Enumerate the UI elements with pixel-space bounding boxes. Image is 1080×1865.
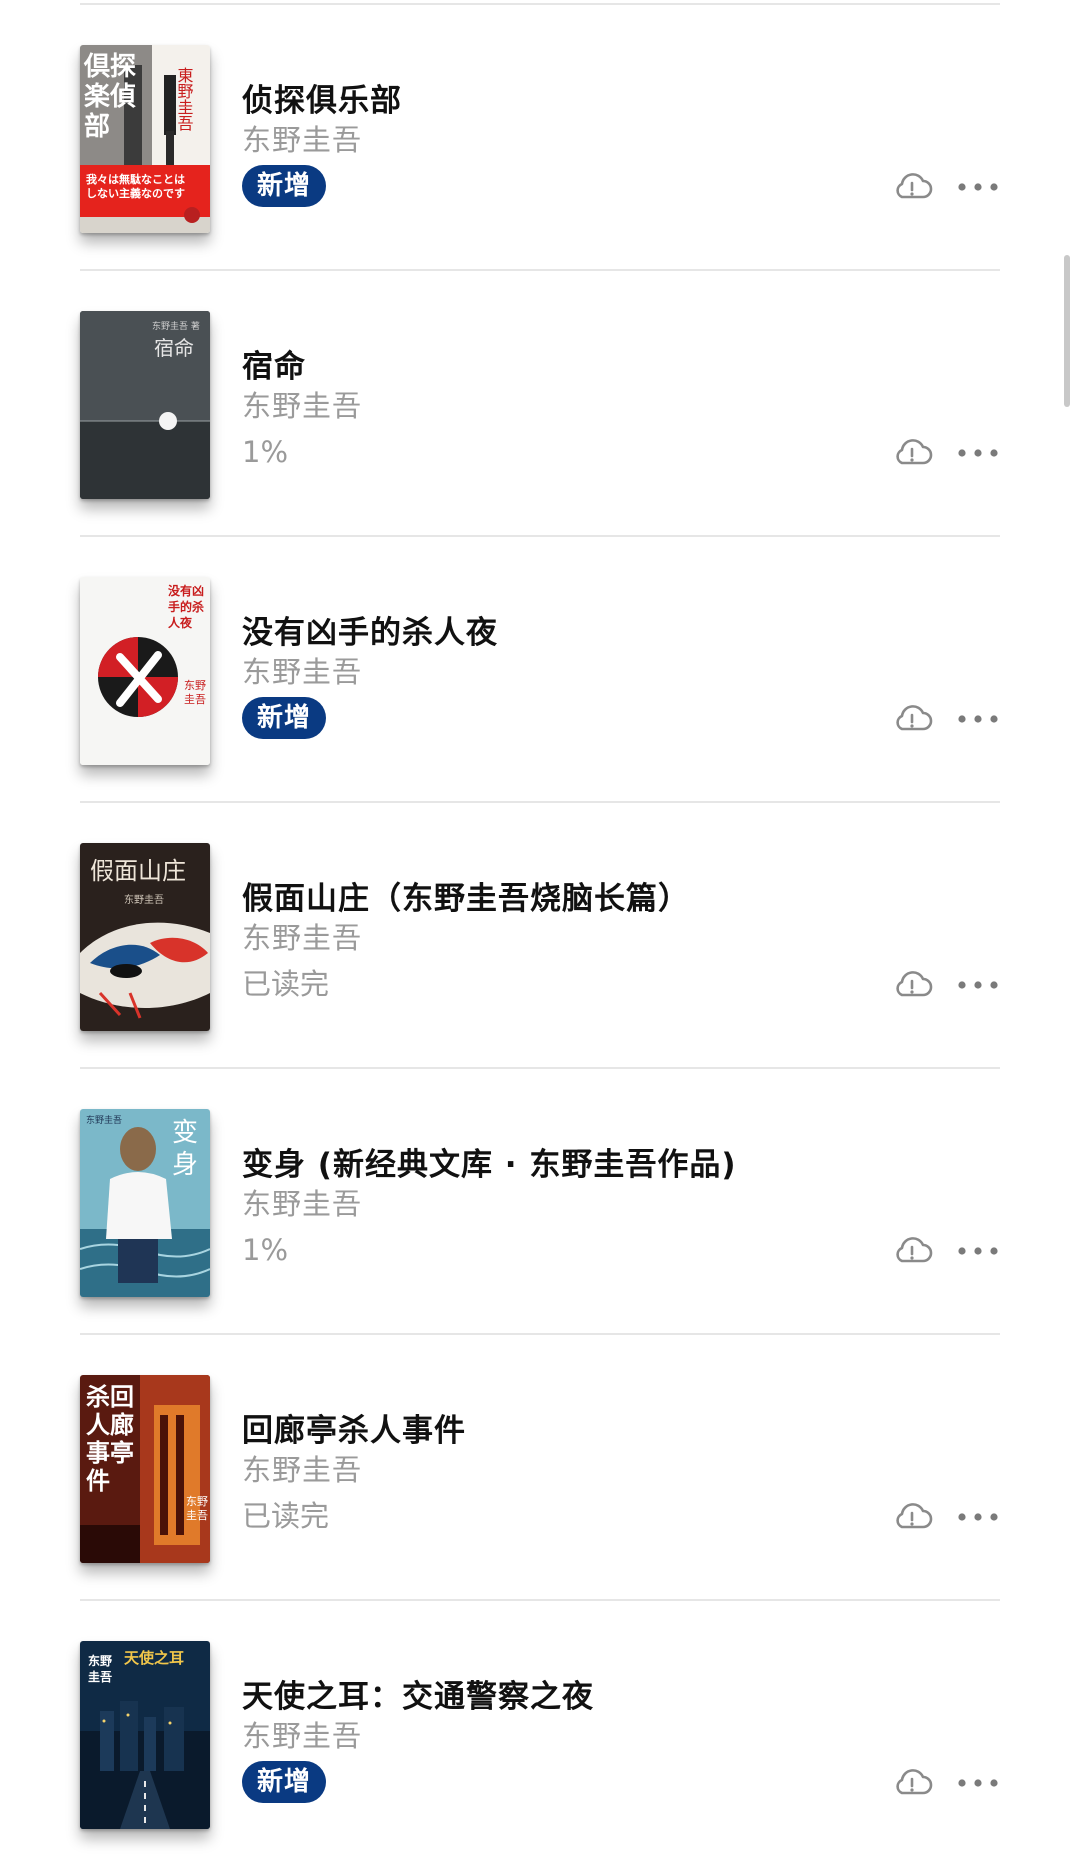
book-title: 宿命 [242,349,306,385]
new-badge: 新增 [242,165,327,207]
svg-text:楽偵: 楽偵 [84,82,136,112]
book-cover-art: 变 身 东野圭吾 [80,1109,210,1297]
reading-progress: 已读完 [242,967,330,1001]
svg-text:部: 部 [84,112,110,142]
book-author: 东野圭吾 [242,1719,363,1753]
book-row[interactable]: 倶探 楽偵 部 東野圭吾 我々は無駄なことは しない主義なのです 侦探俱乐部 东… [80,5,1000,271]
svg-text:没有凶: 没有凶 [168,583,204,598]
svg-text:東野圭吾: 東野圭吾 [175,67,194,131]
book-cover-title: 倶探 [83,52,136,82]
svg-text:东野: 东野 [88,1653,112,1668]
new-badge: 新增 [242,697,327,739]
svg-text:东野圭吾: 东野圭吾 [124,893,164,906]
svg-text:圭吾: 圭吾 [186,1509,208,1522]
more-horizontal-icon[interactable] [956,1235,1000,1267]
svg-text:东野圭吾 著: 东野圭吾 著 [152,320,200,332]
svg-text:假面山庄: 假面山庄 [90,857,186,885]
book-cover[interactable]: 假面山庄 东野圭吾 [80,843,210,1031]
book-row[interactable]: 天使之耳 东野 圭吾 天使之耳：交通警察之夜 东野圭吾 新增 [80,1601,1000,1865]
svg-text:しない主義なのです: しない主義なのです [86,186,185,200]
new-badge: 新增 [242,1761,327,1803]
book-row[interactable]: 杀回 人廊 事亭 件 东野 圭吾 回廊亭杀人事件 东野圭吾 已读完 [80,1335,1000,1601]
book-row[interactable]: 假面山庄 东野圭吾 假面山庄（东野圭吾烧脑长篇） 东野圭吾 已读完 [80,803,1000,1069]
book-list: 倶探 楽偵 部 東野圭吾 我々は無駄なことは しない主義なのです 侦探俱乐部 东… [0,5,1080,1865]
book-title: 天使之耳：交通警察之夜 [242,1679,594,1715]
svg-text:东野圭吾: 东野圭吾 [86,1114,122,1126]
book-cover-art: 倶探 楽偵 部 東野圭吾 我々は無駄なことは しない主義なのです [80,45,210,233]
book-title: 假面山庄（东野圭吾烧脑长篇） [242,881,690,917]
book-cover[interactable]: 倶探 楽偵 部 東野圭吾 我々は無駄なことは しない主義なのです [80,45,210,233]
svg-text:圭吾: 圭吾 [184,693,206,706]
cloud-alert-icon[interactable] [890,1229,934,1273]
book-row[interactable]: 没有凶 手的杀 人夜 东野 圭吾 没有凶手的杀人夜 东野圭吾 新增 [80,537,1000,803]
book-author: 东野圭吾 [242,389,363,423]
book-title: 没有凶手的杀人夜 [242,615,498,651]
book-title: 侦探俱乐部 [242,83,402,119]
svg-text:变: 变 [172,1118,198,1148]
book-cover[interactable]: 没有凶 手的杀 人夜 东野 圭吾 [80,577,210,765]
book-cover[interactable]: 杀回 人廊 事亭 件 东野 圭吾 [80,1375,210,1563]
book-title: 变身 (新经典文库 · 东野圭吾作品) [242,1147,737,1183]
more-horizontal-icon[interactable] [956,171,1000,203]
book-author: 东野圭吾 [242,123,363,157]
book-row[interactable]: 变 身 东野圭吾 变身 (新经典文库 · 东野圭吾作品) 东野圭吾 1% [80,1069,1000,1335]
cloud-alert-icon[interactable] [890,697,934,741]
svg-text:人夜: 人夜 [168,615,193,630]
book-author: 东野圭吾 [242,1453,363,1487]
book-cover-art: 没有凶 手的杀 人夜 东野 圭吾 [80,577,210,765]
cloud-alert-icon[interactable] [890,165,934,209]
svg-text:我々は無駄なことは: 我々は無駄なことは [86,172,185,186]
svg-text:圭吾: 圭吾 [88,1669,112,1684]
book-cover-art: 天使之耳 东野 圭吾 [80,1641,210,1829]
svg-text:件: 件 [86,1466,110,1495]
scrollbar[interactable] [1064,255,1070,407]
cloud-alert-icon[interactable] [890,1761,934,1805]
book-author: 东野圭吾 [242,1187,363,1221]
svg-text:宿命: 宿命 [154,336,194,360]
book-cover-art: 假面山庄 东野圭吾 [80,843,210,1031]
cloud-alert-icon[interactable] [890,431,934,475]
more-horizontal-icon[interactable] [956,969,1000,1001]
reading-progress: 已读完 [242,1499,330,1533]
cloud-alert-icon[interactable] [890,1495,934,1539]
svg-text:天使之耳: 天使之耳 [124,1649,184,1667]
book-author: 东野圭吾 [242,655,363,689]
svg-text:事亭: 事亭 [86,1438,134,1467]
book-title: 回廊亭杀人事件 [242,1413,466,1449]
book-cover[interactable]: 变 身 东野圭吾 [80,1109,210,1297]
more-horizontal-icon[interactable] [956,703,1000,735]
book-row[interactable]: 东野圭吾 著 宿命 宿命 东野圭吾 1% [80,271,1000,537]
cloud-alert-icon[interactable] [890,963,934,1007]
book-cover[interactable]: 天使之耳 东野 圭吾 [80,1641,210,1829]
svg-text:人廊: 人廊 [86,1410,134,1439]
more-horizontal-icon[interactable] [956,1767,1000,1799]
book-author: 东野圭吾 [242,921,363,955]
svg-text:东野: 东野 [184,679,206,692]
book-cover-art: 杀回 人廊 事亭 件 东野 圭吾 [80,1375,210,1563]
reading-progress: 1% [242,435,289,469]
svg-text:手的杀: 手的杀 [168,599,204,614]
svg-text:杀回: 杀回 [86,1382,134,1411]
svg-text:东野: 东野 [186,1495,208,1508]
more-horizontal-icon[interactable] [956,437,1000,469]
more-horizontal-icon[interactable] [956,1501,1000,1533]
svg-text:身: 身 [172,1150,198,1180]
reading-progress: 1% [242,1233,289,1267]
book-cover[interactable]: 东野圭吾 著 宿命 [80,311,210,499]
book-cover-art: 东野圭吾 著 宿命 [80,311,210,499]
